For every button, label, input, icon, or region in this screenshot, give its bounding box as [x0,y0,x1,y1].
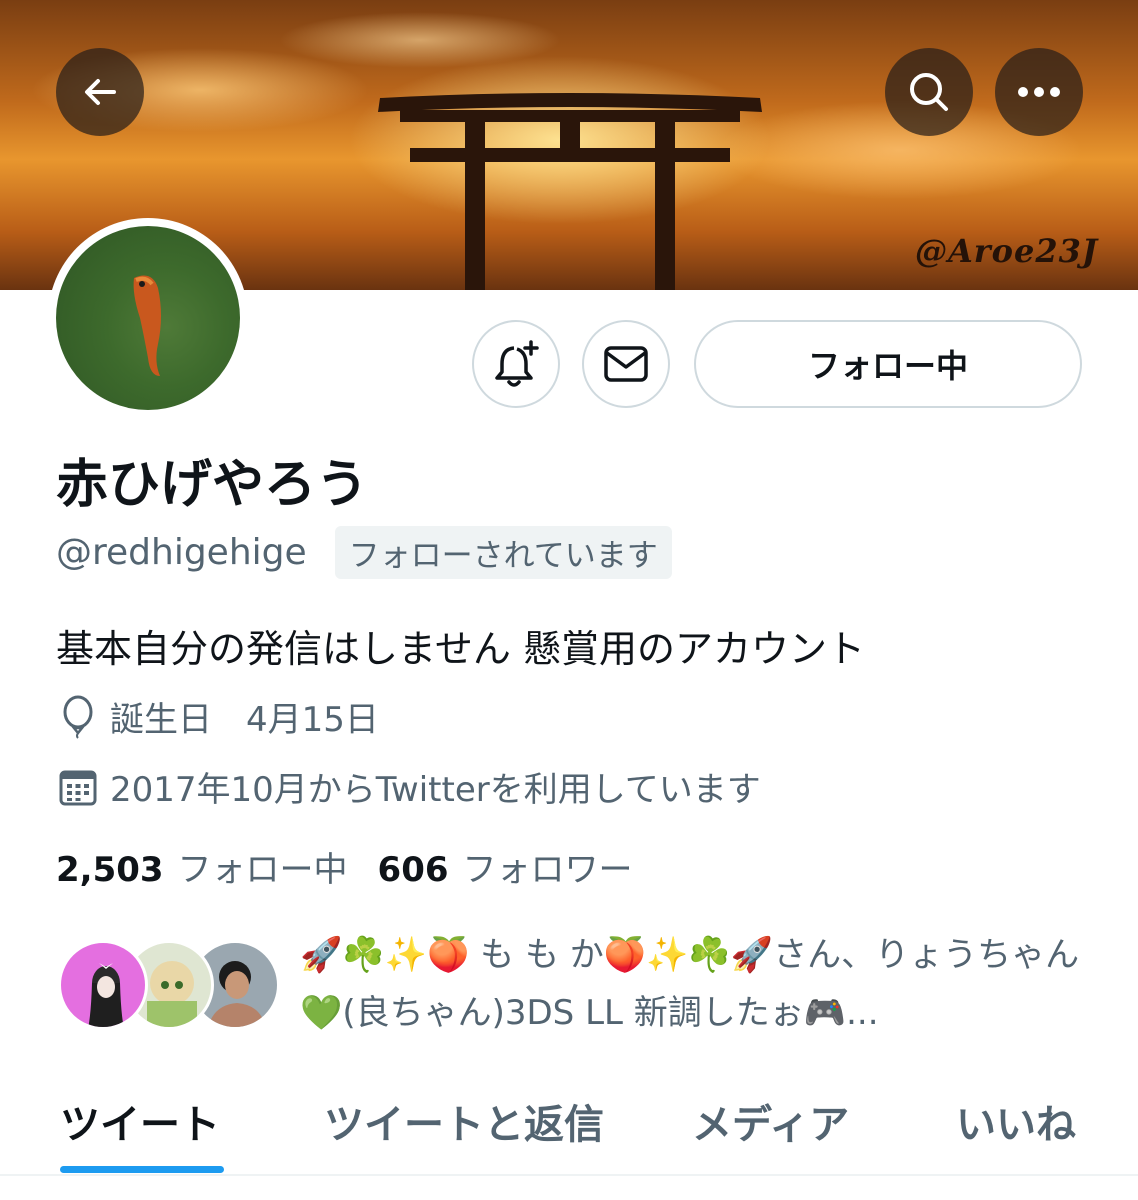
avatar-image [56,226,240,410]
profile-handle: @redhigehige [56,532,307,573]
envelope-icon [604,346,648,382]
joined-row: 2017年10月からTwitterを利用しています [56,762,761,811]
ellipsis-icon [1018,87,1060,97]
following-label[interactable]: フォロー中 [178,842,348,891]
followers-label[interactable]: フォロワー [463,842,633,891]
active-tab-indicator [60,1166,224,1173]
banner-watermark: @Aroe23J [914,232,1098,270]
birthday-row: 誕生日 4月15日 [56,692,379,741]
back-button[interactable] [56,48,144,136]
bell-plus-icon [495,340,539,387]
known-followers-avatars[interactable] [58,940,280,1032]
arrow-left-icon [85,79,116,105]
more-button[interactable] [995,48,1083,136]
profile-tabs: ツイート ツイートと返信 メディア いいね [0,1084,1138,1180]
known-follower-avatar [58,940,148,1030]
follow-stats: 2,503 フォロー中 606 フォロワー [56,842,633,891]
avatar[interactable] [48,218,248,418]
profile-bio: 基本自分の発信はしません 懸賞用のアカウント [56,627,865,671]
tab-tweets-and-replies[interactable]: ツイートと返信 [324,1092,604,1150]
notify-button[interactable] [472,320,560,408]
follows-you-badge: フォローされています [334,526,672,579]
joined-text: 2017年10月からTwitterを利用しています [110,770,761,810]
calendar-icon [56,765,100,809]
following-count[interactable]: 2,503 [56,850,164,890]
search-icon [910,73,948,111]
tab-media[interactable]: メディア [692,1092,849,1150]
tab-likes[interactable]: いいね [956,1092,1076,1150]
balloon-icon [56,695,100,739]
following-button[interactable]: フォロー中 [694,320,1082,408]
tabs-divider [0,1174,1138,1176]
message-button[interactable] [582,320,670,408]
known-followers-text[interactable]: 🚀☘️✨🍑 も も か🍑✨☘️🚀さん、りょうちゃん💚(良ちゃん)3DS LL 新… [300,926,1090,1042]
profile-name: 赤ひげやろう [56,455,369,515]
birthday-text: 誕生日 4月15日 [110,700,379,740]
handle-row: @redhigehige フォローされています [56,526,672,579]
search-button[interactable] [885,48,973,136]
tab-tweets[interactable]: ツイート [60,1092,220,1150]
followers-count[interactable]: 606 [378,850,449,890]
torii-gate-image [378,93,762,290]
